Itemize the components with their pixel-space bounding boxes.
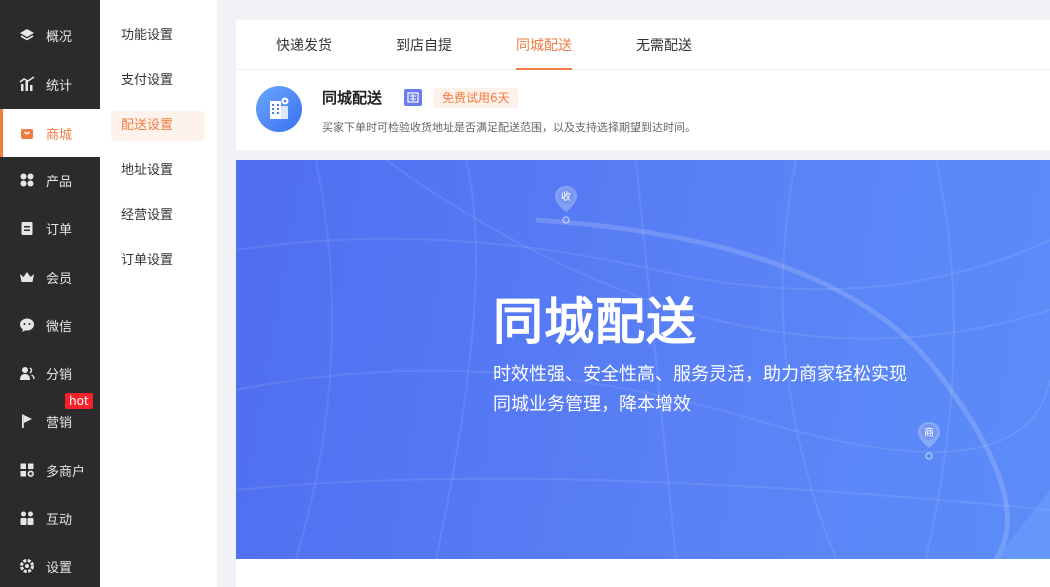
people-icon: [19, 510, 35, 526]
pin-receive-icon: 收: [553, 184, 579, 224]
feature-banner: 收 商 同城配送 时效性强、安全性高、服务灵活，助力商家轻松实现同城业务管理，降…: [236, 160, 1050, 559]
trial-badge: 免费试用6天: [434, 88, 518, 108]
nav-label: 概况: [46, 29, 73, 45]
nav-item-multi-merchant[interactable]: 多商户: [0, 446, 100, 494]
settings-submenu: 功能设置 支付设置 配送设置 地址设置 经营设置 订单设置: [100, 0, 217, 587]
pin-shop-label: 商: [924, 426, 934, 439]
clipboard-icon: [19, 220, 35, 236]
nav-label: 会员: [46, 271, 73, 287]
nav-item-distribution[interactable]: 分销: [0, 349, 100, 397]
chart-icon: [19, 76, 35, 92]
nav-item-interaction[interactable]: 互动: [0, 494, 100, 542]
wechat-icon: [19, 317, 35, 333]
tab-label: 快递发货: [276, 38, 332, 54]
pin-shop-icon: 商: [916, 420, 942, 460]
users-icon: [19, 365, 35, 381]
tab-no-delivery[interactable]: 无需配送: [620, 20, 708, 70]
crown-icon: [19, 269, 35, 285]
tab-label: 到店自提: [396, 38, 452, 54]
nav-label: 多商户: [46, 464, 86, 480]
tab-label: 同城配送: [516, 38, 572, 54]
nav-label: 订单: [46, 222, 73, 238]
nav-item-wechat[interactable]: 微信: [0, 301, 100, 349]
submenu-item-delivery[interactable]: 配送设置: [111, 111, 205, 141]
tab-express[interactable]: 快递发货: [260, 20, 348, 70]
nav-item-product[interactable]: 产品: [0, 156, 100, 204]
tab-local-delivery[interactable]: 同城配送: [500, 20, 588, 70]
nav-label: 设置: [46, 560, 73, 576]
nav-item-order[interactable]: 订单: [0, 204, 100, 252]
submenu-item-order[interactable]: 订单设置: [111, 246, 205, 276]
nav-label: 商城: [46, 127, 73, 143]
banner-title: 同城配送: [493, 294, 697, 350]
tab-label: 无需配送: [636, 38, 692, 54]
submenu-item-business[interactable]: 经营设置: [111, 201, 205, 231]
nav-label: 分销: [46, 367, 73, 383]
submenu-item-payment[interactable]: 支付设置: [111, 66, 205, 96]
nav-label: 互动: [46, 512, 73, 528]
nav-label: 微信: [46, 319, 73, 335]
feature-description: 买家下单时可检验收货地址是否满足配送范围，以及支持选择期望到达时间。: [322, 121, 696, 134]
banner-description: 时效性强、安全性高、服务灵活，助力商家轻松实现同城业务管理，降本增效: [493, 364, 907, 415]
layers-icon: [19, 27, 35, 43]
nav-label: 统计: [46, 78, 73, 94]
hot-badge: hot: [65, 393, 93, 409]
delivery-tabs: 快递发货 到店自提 同城配送 无需配送: [236, 20, 1050, 70]
submenu-item-function[interactable]: 功能设置: [111, 21, 205, 51]
main-sidebar: 概况 统计 商城 产品 订单 会员 微信 分销 营销 多商户 互动 设置 hot: [0, 0, 100, 587]
tab-pickup[interactable]: 到店自提: [380, 20, 468, 70]
pin-receive-label: 收: [561, 190, 571, 203]
nav-item-member[interactable]: 会员: [0, 253, 100, 301]
store-plus-icon: [19, 462, 35, 478]
nav-item-stats[interactable]: 统计: [0, 60, 100, 108]
nav-item-overview[interactable]: 概况: [0, 11, 100, 59]
flag-icon: [19, 413, 35, 429]
nav-item-mall[interactable]: 商城: [0, 109, 100, 157]
nav-item-settings[interactable]: 设置: [0, 542, 100, 587]
feature-info-card: 同城配送 免费试用6天 买家下单时可检验收货地址是否满足配送范围，以及支持选择期…: [236, 70, 1050, 150]
submenu-item-address[interactable]: 地址设置: [111, 156, 205, 186]
content-footer-area: [236, 559, 1050, 587]
grid-icon: [19, 172, 35, 188]
building-icon: [256, 86, 302, 132]
feature-title: 同城配送: [322, 89, 383, 107]
nav-label: 产品: [46, 174, 73, 190]
shop-bag-icon: [19, 125, 35, 141]
nav-label: 营销: [46, 415, 73, 431]
app-badge-icon: [404, 89, 422, 106]
gear-icon: [19, 558, 35, 574]
